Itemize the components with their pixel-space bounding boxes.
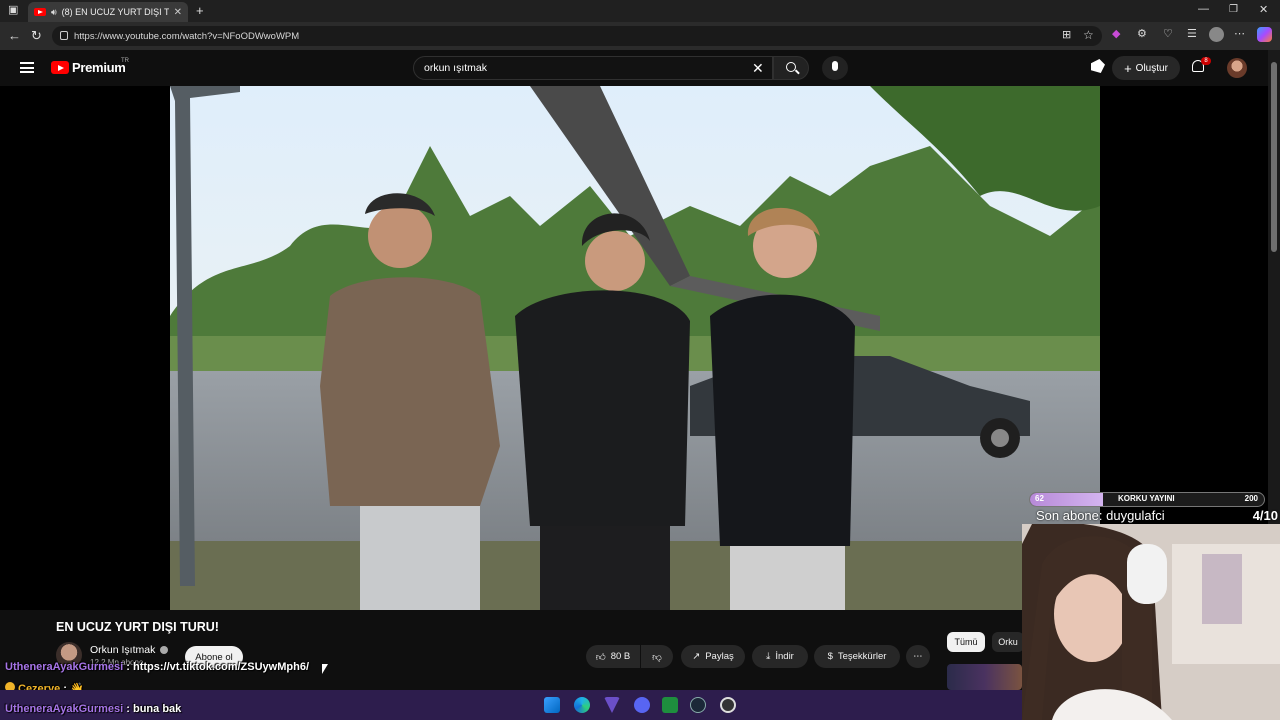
youtube-logo-icon[interactable] xyxy=(51,61,69,74)
edge-browser-icon[interactable] xyxy=(574,697,590,713)
menu-icon[interactable] xyxy=(20,62,34,73)
webcam-feed xyxy=(1022,524,1280,720)
reload-icon[interactable]: ↻ xyxy=(31,29,42,42)
thumbs-up-icon: 👍︎ xyxy=(595,651,606,663)
share-button[interactable]: ↗ Paylaş xyxy=(681,645,745,668)
extension-icon[interactable]: ◆ xyxy=(1112,29,1120,40)
share-label: Paylaş xyxy=(705,651,734,662)
chat-separator: : xyxy=(123,703,133,715)
share-icon: ↗ xyxy=(692,651,701,662)
chat-message: UtheneraAyakGurmesi : buna bak xyxy=(5,703,181,715)
recommended-thumbnail[interactable] xyxy=(947,664,1022,690)
chat-separator: : xyxy=(123,661,133,673)
download-button[interactable]: ⤓ İndir xyxy=(752,645,808,668)
create-button[interactable]: + Oluştur xyxy=(1112,56,1180,80)
settings-more-icon[interactable]: ⋯ xyxy=(1234,29,1245,40)
site-info-icon[interactable] xyxy=(60,31,68,40)
goal-title: KORKU YAYINI xyxy=(1118,494,1175,503)
close-window-icon[interactable]: ✕ xyxy=(1259,5,1268,16)
notification-badge: 8 xyxy=(1201,57,1211,65)
region-code: TR xyxy=(121,58,129,64)
chat-username: UtheneraAyakGurmesi xyxy=(5,703,124,715)
browser-tab-strip: ▣ 🔊︎ (8) EN UCUZ YURT DIŞI TURU ✕ + — ❐ … xyxy=(0,0,1280,22)
create-label: Oluştur xyxy=(1135,62,1168,74)
copilot-icon[interactable] xyxy=(1257,27,1272,42)
search-icon xyxy=(786,62,796,72)
browser-toolbar: ← ↻ https://www.youtube.com/watch?v=NFoO… xyxy=(0,22,1280,50)
chip-orkun[interactable]: Orku xyxy=(992,632,1024,652)
extensions-puzzle-icon[interactable]: ⚙ xyxy=(1137,29,1147,40)
thanks-button[interactable]: $ Teşekkürler xyxy=(814,645,900,668)
chat-message: UtheneraAyakGurmesi : https://vt.tiktok.… xyxy=(5,661,309,673)
thumbs-down-icon: 👎︎ xyxy=(652,651,662,663)
close-tab-icon[interactable]: ✕ xyxy=(174,7,182,18)
more-actions-button[interactable]: ⋯ xyxy=(906,645,930,668)
goal-target: 200 xyxy=(1244,494,1258,503)
video-frame[interactable] xyxy=(170,86,1100,610)
windows-start-icon[interactable] xyxy=(544,697,560,713)
clear-search-icon[interactable]: ✕ xyxy=(752,60,764,77)
verified-badge-icon xyxy=(160,646,168,654)
discord-icon[interactable] xyxy=(634,697,650,713)
youtube-favicon-icon xyxy=(34,8,46,16)
subscriber-goal-bar: 62 KORKU YAYINI 200 xyxy=(1029,492,1265,507)
voice-search-icon[interactable] xyxy=(822,56,848,80)
search-value: orkun ışıtmak xyxy=(424,62,488,74)
mouse-cursor-icon xyxy=(322,664,328,674)
chat-text: https://vt.tiktok.com/ZSUywMph6/ xyxy=(132,661,309,673)
minimize-icon[interactable]: — xyxy=(1198,4,1209,15)
page-scrollbar[interactable] xyxy=(1268,50,1280,530)
favorite-star-icon[interactable]: ☆ xyxy=(1083,29,1094,41)
chip-all[interactable]: Tümü xyxy=(947,632,985,652)
like-button[interactable]: 👍︎ 80 B xyxy=(586,645,640,668)
favorites-icon[interactable]: ☰ xyxy=(1187,29,1197,40)
last-sub-label: Son abone: duygulafci xyxy=(1036,508,1165,523)
goal-current: 62 xyxy=(1035,494,1044,503)
youtube-create-star-icon[interactable] xyxy=(1091,59,1105,73)
url-text: https://www.youtube.com/watch?v=NFoODWwo… xyxy=(74,30,300,42)
thanks-icon: $ xyxy=(827,651,833,662)
new-tab-icon[interactable]: + xyxy=(196,4,204,17)
steam-icon[interactable] xyxy=(690,697,706,713)
profile-icon[interactable] xyxy=(1209,27,1224,42)
scrollbar-thumb[interactable] xyxy=(1271,62,1277,252)
chat-text: buna bak xyxy=(132,703,182,715)
back-icon[interactable]: ← xyxy=(8,29,21,42)
video-scene-image xyxy=(170,86,1100,610)
thanks-label: Teşekkürler xyxy=(837,651,887,662)
browser-tab-active[interactable]: 🔊︎ (8) EN UCUZ YURT DIŞI TURU ✕ xyxy=(28,2,188,22)
tab-actions-icon[interactable]: ▣ xyxy=(8,5,18,16)
restore-icon[interactable]: ❐ xyxy=(1229,5,1238,15)
search-input[interactable]: orkun ışıtmak xyxy=(413,56,773,80)
account-avatar[interactable] xyxy=(1227,58,1247,78)
app-available-icon[interactable]: ⊞ xyxy=(1062,30,1071,41)
brand-name[interactable]: Premium xyxy=(72,60,126,75)
like-count: 80 B xyxy=(610,651,631,662)
address-bar[interactable]: https://www.youtube.com/watch?v=NFoODWwo… xyxy=(52,26,1102,46)
download-label: İndir xyxy=(775,651,794,662)
webcam-image xyxy=(1022,524,1280,720)
dislike-button[interactable]: 👎︎ xyxy=(641,645,673,668)
channel-name[interactable]: Orkun Işıtmak xyxy=(90,644,155,656)
download-icon: ⤓ xyxy=(766,651,771,662)
browser-essentials-icon[interactable]: ♡ xyxy=(1163,29,1173,40)
speaker-icon[interactable]: 🔊︎ xyxy=(51,7,57,17)
video-title: EN UCUZ YURT DIŞI TURU! xyxy=(56,620,219,634)
plus-icon: + xyxy=(1124,60,1132,76)
sub-counter: 4/10 xyxy=(1252,508,1278,523)
chat-username: UtheneraAyakGurmesi xyxy=(5,661,124,673)
media-player-icon[interactable] xyxy=(662,697,678,713)
youtube-header: Premium TR orkun ışıtmak ✕ + Oluştur 8 xyxy=(0,50,1268,86)
obs-icon[interactable] xyxy=(720,697,736,713)
search-button[interactable] xyxy=(773,56,809,80)
tab-title: (8) EN UCUZ YURT DIŞI TURU xyxy=(61,7,169,17)
